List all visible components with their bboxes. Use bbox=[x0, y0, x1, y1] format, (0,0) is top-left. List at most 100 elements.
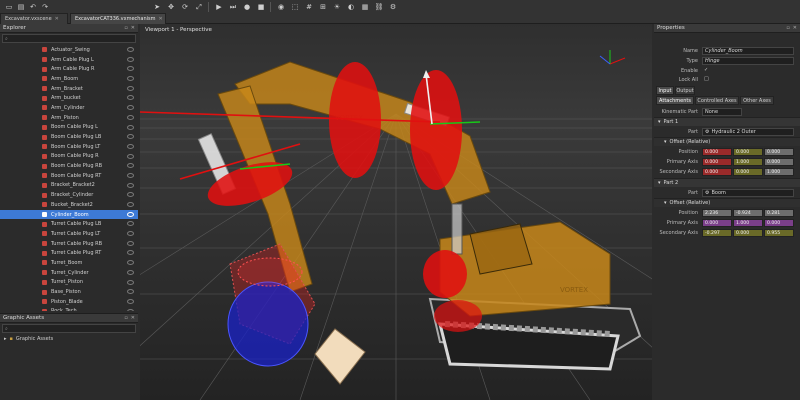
part2-section[interactable]: ▾ Part 2 bbox=[654, 178, 800, 187]
tab-controlled-axes[interactable]: Controlled Axes bbox=[695, 96, 739, 105]
camera-icon[interactable]: ◉ bbox=[276, 2, 286, 12]
light-icon[interactable]: ☀ bbox=[332, 2, 342, 12]
pin-icon[interactable]: ▫ bbox=[786, 25, 789, 31]
part2-secondary-y[interactable]: 0.000 bbox=[733, 229, 763, 237]
tree-item[interactable]: Piston_Blade bbox=[0, 297, 138, 307]
visibility-eye-icon[interactable] bbox=[127, 56, 134, 62]
tree-item[interactable]: Boom Cable Plug R bbox=[0, 152, 138, 162]
visibility-eye-icon[interactable] bbox=[127, 76, 134, 82]
select-tool-icon[interactable]: ➤ bbox=[152, 2, 162, 12]
frame-icon[interactable]: ⬚ bbox=[290, 2, 300, 12]
visibility-eye-icon[interactable] bbox=[127, 163, 134, 169]
visibility-eye-icon[interactable] bbox=[127, 289, 134, 295]
tree-item[interactable]: Arm_bucket bbox=[0, 93, 138, 103]
tree-item[interactable]: Boom Cable Plug L bbox=[0, 123, 138, 133]
close-icon[interactable]: ✕ bbox=[55, 16, 59, 22]
tree-item[interactable]: Actuator_Swing bbox=[0, 45, 138, 55]
scene-render[interactable]: VORTEX VORTEX bbox=[140, 24, 652, 400]
tree-item[interactable]: Turret_Boom bbox=[0, 258, 138, 268]
tree-item[interactable]: Boom Cable Plug RB bbox=[0, 161, 138, 171]
tree-item[interactable]: Turret Cable Plug LB bbox=[0, 219, 138, 229]
tree-item[interactable]: Arm_Cylinder bbox=[0, 103, 138, 113]
tree-item[interactable]: Turret Cable Plug RT bbox=[0, 248, 138, 258]
visibility-eye-icon[interactable] bbox=[127, 143, 134, 149]
pin-icon[interactable]: ▫ bbox=[124, 315, 127, 321]
viewport-3d[interactable]: VORTEX VORTEX bbox=[140, 24, 652, 400]
part2-position-y[interactable]: -0.924 bbox=[733, 209, 763, 217]
tree-item[interactable]: Boom Cable Plug LB bbox=[0, 132, 138, 142]
tab-input[interactable]: Input bbox=[656, 86, 674, 95]
view-icon[interactable]: ◐ bbox=[346, 2, 356, 12]
visibility-eye-icon[interactable] bbox=[127, 308, 134, 311]
visibility-eye-icon[interactable] bbox=[127, 105, 134, 111]
physics-icon[interactable]: ⚙ bbox=[388, 2, 398, 12]
part1-secondary-y[interactable]: 0.000 bbox=[733, 168, 763, 176]
part1-offset-section[interactable]: ▾ Offset (Relative) bbox=[654, 137, 800, 146]
visibility-eye-icon[interactable] bbox=[127, 279, 134, 285]
snap-icon[interactable]: ⊞ bbox=[318, 2, 328, 12]
tree-item[interactable]: Turret_Cylinder bbox=[0, 268, 138, 278]
close-icon[interactable]: ✕ bbox=[131, 25, 135, 31]
part1-position-x[interactable]: 0.000 bbox=[702, 148, 732, 156]
visibility-eye-icon[interactable] bbox=[127, 172, 134, 178]
explorer-search-input[interactable]: ⌕ bbox=[2, 34, 136, 43]
close-icon[interactable]: ✕ bbox=[131, 315, 135, 321]
visibility-eye-icon[interactable] bbox=[127, 153, 134, 159]
graphic-assets-search-input[interactable]: ⌕ bbox=[2, 324, 136, 333]
tree-item[interactable]: Turret Cable Plug LT bbox=[0, 229, 138, 239]
tree-item[interactable]: Turret Cable Plug RB bbox=[0, 239, 138, 249]
visibility-eye-icon[interactable] bbox=[127, 202, 134, 207]
kinematic-part-select[interactable]: None bbox=[702, 108, 742, 116]
part2-primary-x[interactable]: 0.000 bbox=[702, 219, 732, 227]
orientation-gizmo[interactable] bbox=[599, 50, 626, 65]
scale-tool-icon[interactable]: ⤢ bbox=[194, 2, 204, 12]
redo-icon[interactable]: ↷ bbox=[40, 2, 50, 12]
tree-item[interactable]: Arm_Bracket bbox=[0, 84, 138, 94]
link-icon[interactable]: ⛓ bbox=[374, 2, 384, 12]
tree-item[interactable]: Base_Piston bbox=[0, 287, 138, 297]
part1-secondary-x[interactable]: 0.000 bbox=[702, 168, 732, 176]
close-icon[interactable]: ✕ bbox=[793, 25, 797, 31]
play-icon[interactable]: ▶ bbox=[214, 2, 224, 12]
visibility-eye-icon[interactable] bbox=[127, 231, 134, 237]
part1-field[interactable]: ⚙ Hydraulic 2 Outer bbox=[702, 128, 794, 136]
tree-item[interactable]: Turret_Piston bbox=[0, 278, 138, 288]
visibility-eye-icon[interactable] bbox=[127, 250, 134, 256]
part2-primary-y[interactable]: 1.000 bbox=[733, 219, 763, 227]
move-tool-icon[interactable]: ✥ bbox=[166, 2, 176, 12]
step-icon[interactable]: ⏭ bbox=[228, 2, 238, 12]
tree-item[interactable]: Arm Cable Plug R bbox=[0, 64, 138, 74]
part1-primary-y[interactable]: 1.000 bbox=[733, 158, 763, 166]
lockall-checkbox[interactable]: □ bbox=[704, 76, 709, 82]
part1-secondary-z[interactable]: 1.000 bbox=[764, 168, 794, 176]
visibility-eye-icon[interactable] bbox=[127, 221, 134, 227]
visibility-eye-icon[interactable] bbox=[127, 211, 134, 217]
tab-other-axes[interactable]: Other Axes bbox=[740, 96, 774, 105]
tree-item[interactable]: Boom Cable Plug LT bbox=[0, 142, 138, 152]
graphic-assets-item[interactable]: ▸ ▪ Graphic Assets bbox=[0, 334, 138, 344]
visibility-eye-icon[interactable] bbox=[127, 66, 134, 72]
tree-item[interactable]: Bracket_Cylinder bbox=[0, 190, 138, 200]
pin-icon[interactable]: ▫ bbox=[124, 25, 127, 31]
tree-item[interactable]: Bucket_Bracket2 bbox=[0, 200, 138, 210]
tree-item[interactable]: Boom Cable Plug RT bbox=[0, 171, 138, 181]
open-icon[interactable]: ▤ bbox=[16, 2, 26, 12]
part1-primary-z[interactable]: 0.000 bbox=[764, 158, 794, 166]
part1-section[interactable]: ▾ Part 1 bbox=[654, 117, 800, 126]
tab-excavator-mechanism[interactable]: ExcavatorCAT336.vxmechanism ✕ bbox=[70, 13, 166, 24]
grid-icon[interactable]: # bbox=[304, 2, 314, 12]
part1-position-y[interactable]: 0.000 bbox=[733, 148, 763, 156]
tree-item[interactable]: Arm_Piston bbox=[0, 113, 138, 123]
visibility-eye-icon[interactable] bbox=[127, 114, 134, 120]
part1-primary-x[interactable]: 0.000 bbox=[702, 158, 732, 166]
tab-attachments[interactable]: Attachments bbox=[656, 96, 694, 105]
record-icon[interactable]: ● bbox=[242, 2, 252, 12]
rotate-tool-icon[interactable]: ⟳ bbox=[180, 2, 190, 12]
part2-field[interactable]: ⚙ Boom bbox=[702, 189, 794, 197]
part1-position-z[interactable]: 0.000 bbox=[764, 148, 794, 156]
visibility-eye-icon[interactable] bbox=[127, 134, 134, 140]
stop-icon[interactable]: ■ bbox=[256, 2, 266, 12]
part2-position-x[interactable]: 2.236 bbox=[702, 209, 732, 217]
visibility-eye-icon[interactable] bbox=[127, 260, 134, 266]
tree-item[interactable]: Bracket_Bracket2 bbox=[0, 181, 138, 191]
